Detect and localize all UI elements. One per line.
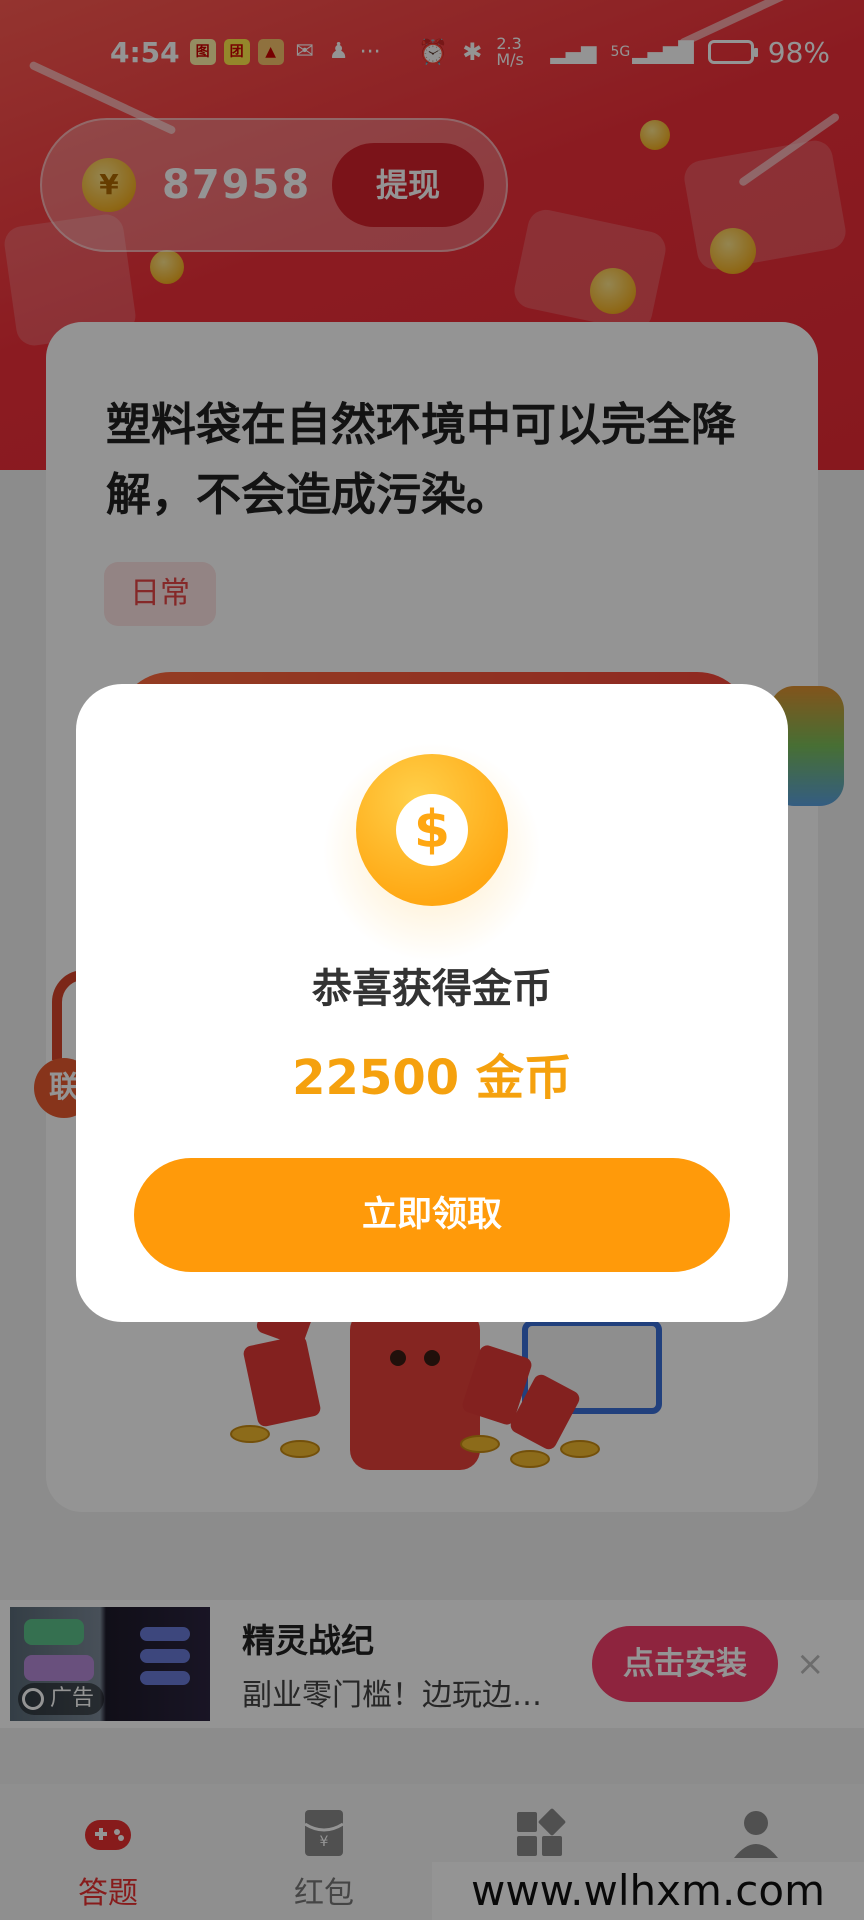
- gold-coin-icon: $: [356, 754, 508, 906]
- reward-amount: 22500 金币: [292, 1050, 572, 1106]
- reward-modal: $ 恭喜获得金币 22500 金币 立即领取: [76, 684, 788, 1322]
- dollar-icon: $: [396, 794, 468, 866]
- reward-title: 恭喜获得金币: [312, 966, 552, 1012]
- claim-button[interactable]: 立即领取: [134, 1158, 730, 1272]
